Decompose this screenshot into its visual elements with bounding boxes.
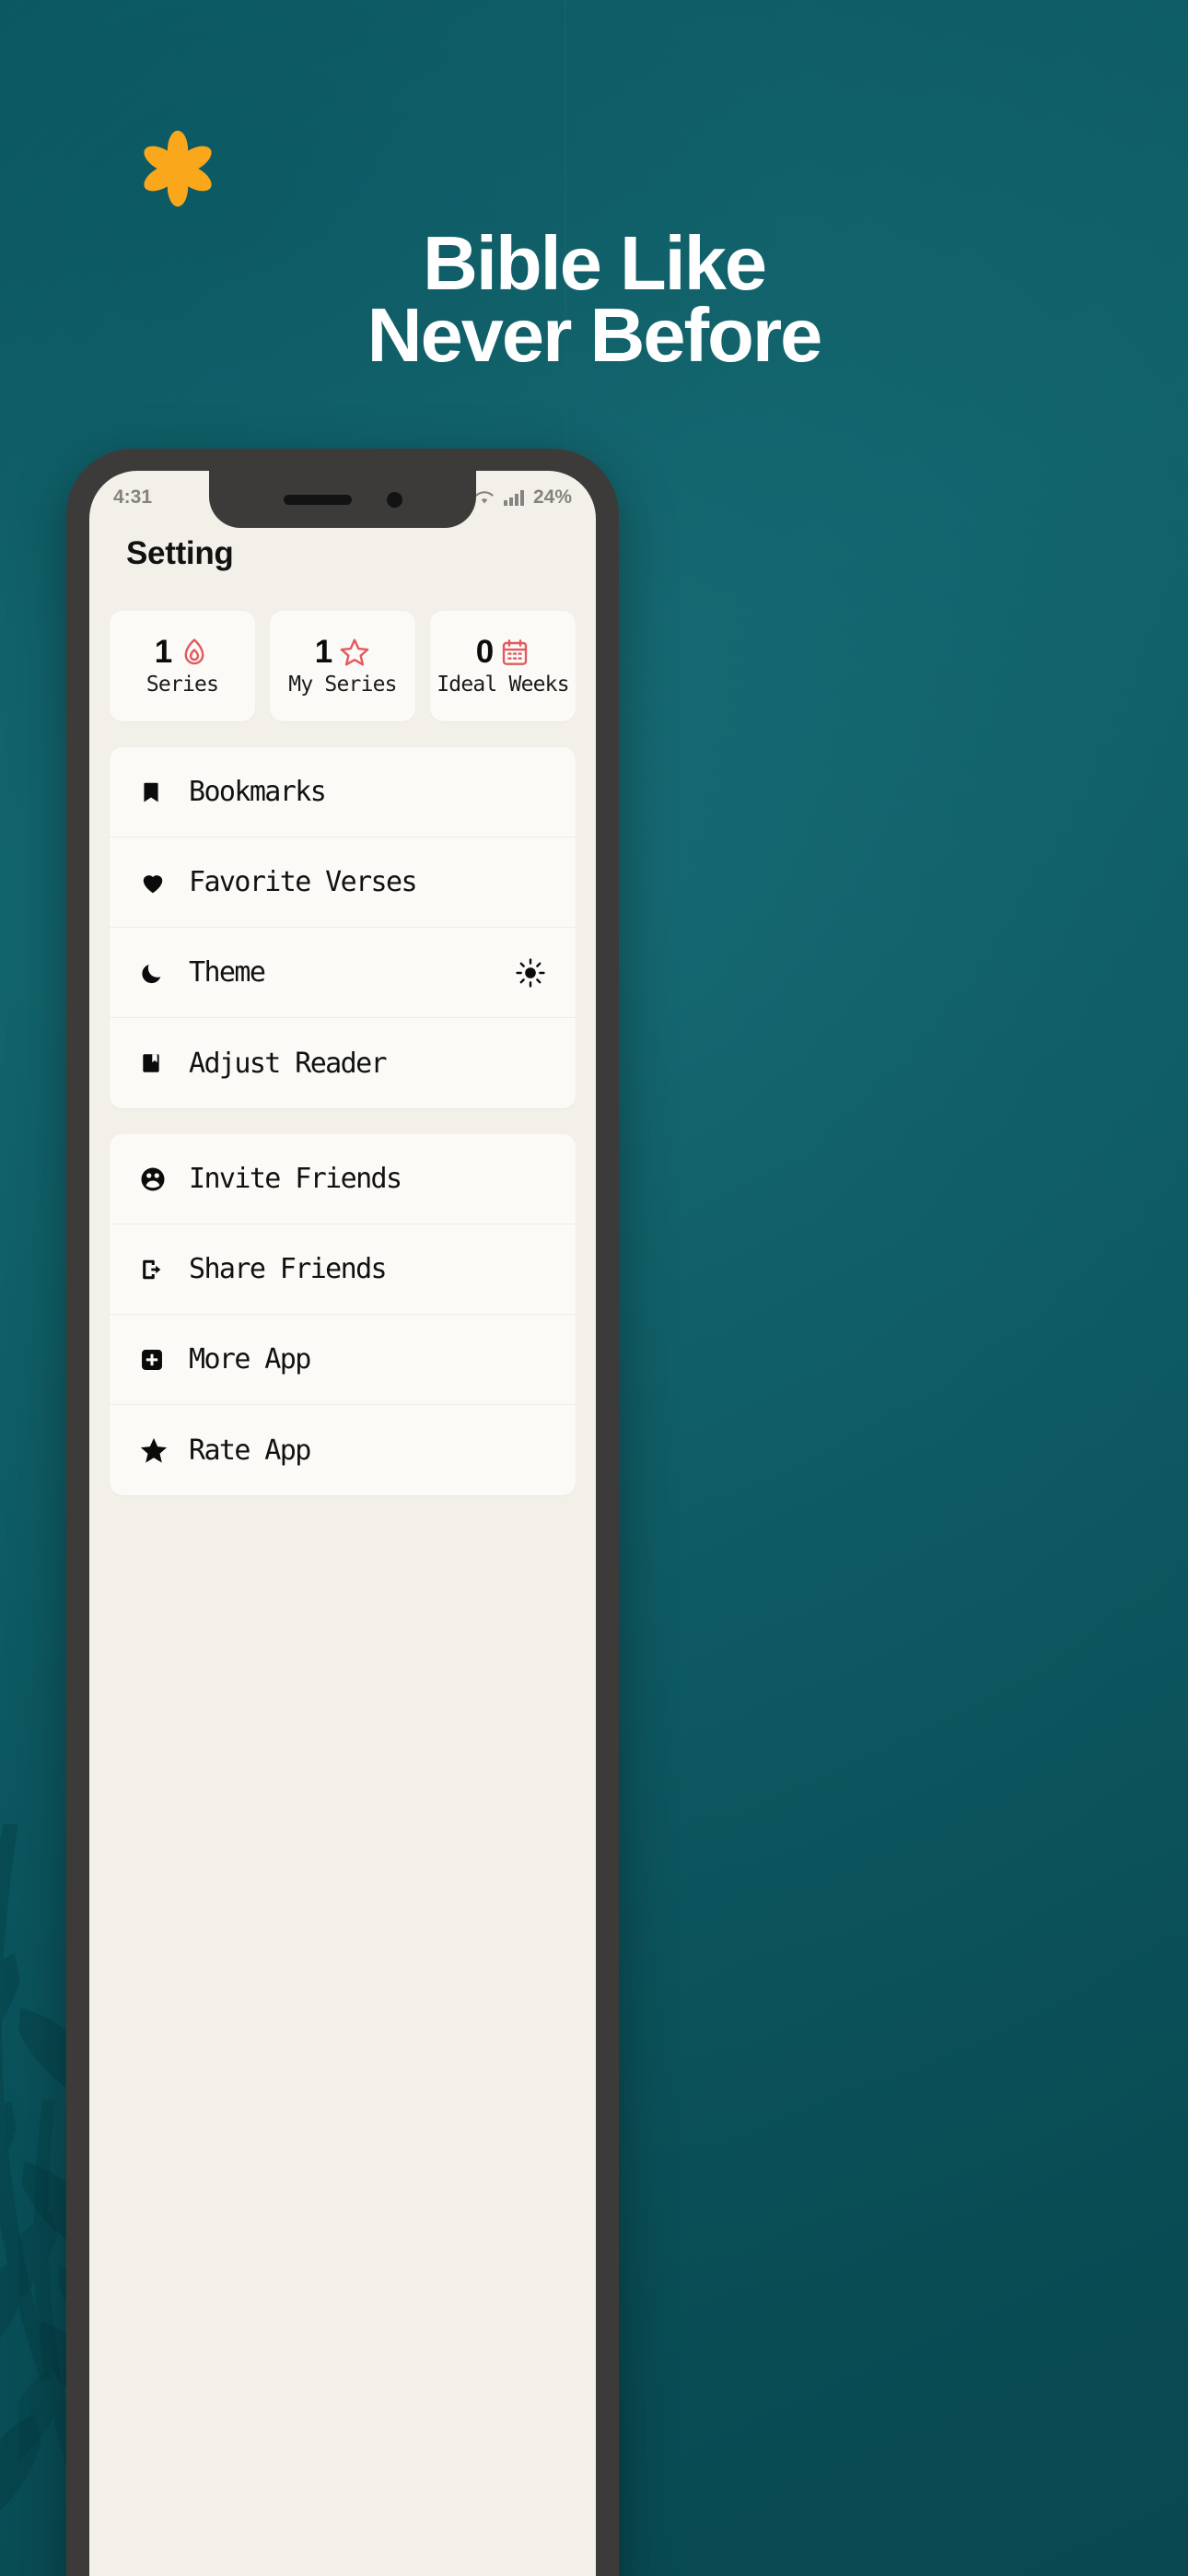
stat-value-row: 0	[476, 636, 530, 668]
hero-headline: Bible Like Never Before	[0, 220, 1188, 378]
phone-screen: 4:31 24% Setting 1 Series 1 My Series 0 …	[89, 471, 596, 2576]
stat-value: 1	[314, 634, 333, 670]
stat-label: Series	[146, 673, 219, 697]
menu-item-label: More App	[189, 1343, 311, 1376]
menu-item-adjust-reader[interactable]: Adjust Reader	[110, 1018, 576, 1108]
menu-item-label: Rate App	[189, 1434, 311, 1467]
menu-item-label: Share Friends	[189, 1253, 388, 1285]
stat-value-row: 1	[315, 636, 370, 668]
menu-item-favorite-verses[interactable]: Favorite Verses	[110, 837, 576, 928]
speaker-grill-icon	[283, 494, 352, 505]
settings-screen: Setting 1 Series 1 My Series 0 Ideal Wee…	[89, 524, 596, 1495]
phone-notch	[209, 471, 476, 528]
menu-item-label: Theme	[189, 956, 266, 989]
app-logo-icon	[144, 130, 212, 207]
menu-item-theme[interactable]: Theme	[110, 928, 576, 1018]
menu-item-share-friends[interactable]: Share Friends	[110, 1224, 576, 1315]
share-exit-icon	[139, 1256, 176, 1283]
front-camera-icon	[386, 491, 402, 508]
signal-icon	[503, 490, 524, 506]
stat-card-series[interactable]: 1 Series	[110, 611, 255, 721]
menu-item-rate-app[interactable]: Rate App	[110, 1405, 576, 1495]
people-circle-icon	[139, 1165, 176, 1193]
stat-value-row: 1	[155, 636, 210, 668]
status-right-cluster: 24%	[472, 486, 572, 509]
menu-item-label: Adjust Reader	[189, 1047, 388, 1080]
status-time: 4:31	[113, 486, 153, 508]
phone-mockup: 4:31 24% Setting 1 Series 1 My Series 0 …	[66, 449, 619, 2576]
battery-percent: 24%	[532, 486, 572, 508]
stat-label: My Series	[288, 673, 397, 697]
book-icon	[139, 1049, 176, 1077]
heart-icon	[139, 869, 176, 896]
headline-line-1: Bible Like	[422, 220, 767, 306]
stat-value: 0	[475, 634, 495, 670]
menu-item-label: Favorite Verses	[189, 866, 418, 898]
menu-group-primary: Bookmarks Favorite Verses Theme Adjust R…	[110, 747, 576, 1108]
theme-toggle-button[interactable]	[515, 957, 546, 989]
stat-card-my-series[interactable]: 1 My Series	[270, 611, 415, 721]
menu-item-bookmarks[interactable]: Bookmarks	[110, 747, 576, 837]
stat-value: 1	[154, 634, 173, 670]
star-outline-icon	[340, 638, 369, 666]
stat-label: Ideal Weeks	[437, 673, 569, 697]
calendar-icon	[503, 638, 528, 665]
stat-card-ideal-weeks[interactable]: 0 Ideal Weeks	[430, 611, 576, 721]
menu-item-invite-friends[interactable]: Invite Friends	[110, 1134, 576, 1224]
sun-icon	[516, 957, 545, 988]
headline-line-2: Never Before	[367, 292, 823, 378]
page-title: Setting	[126, 535, 234, 571]
flame-icon	[184, 638, 204, 664]
plus-square-icon	[139, 1347, 176, 1373]
menu-group-secondary: Invite Friends Share Friends More App Ra…	[110, 1134, 576, 1495]
menu-item-label: Bookmarks	[189, 776, 327, 808]
menu-item-label: Invite Friends	[189, 1163, 402, 1195]
star-filled-icon	[139, 1435, 176, 1465]
stats-row: 1 Series 1 My Series 0 Ideal Weeks	[110, 611, 576, 721]
bookmark-icon	[139, 778, 176, 807]
moon-icon	[139, 959, 176, 987]
menu-item-more-app[interactable]: More App	[110, 1315, 576, 1405]
